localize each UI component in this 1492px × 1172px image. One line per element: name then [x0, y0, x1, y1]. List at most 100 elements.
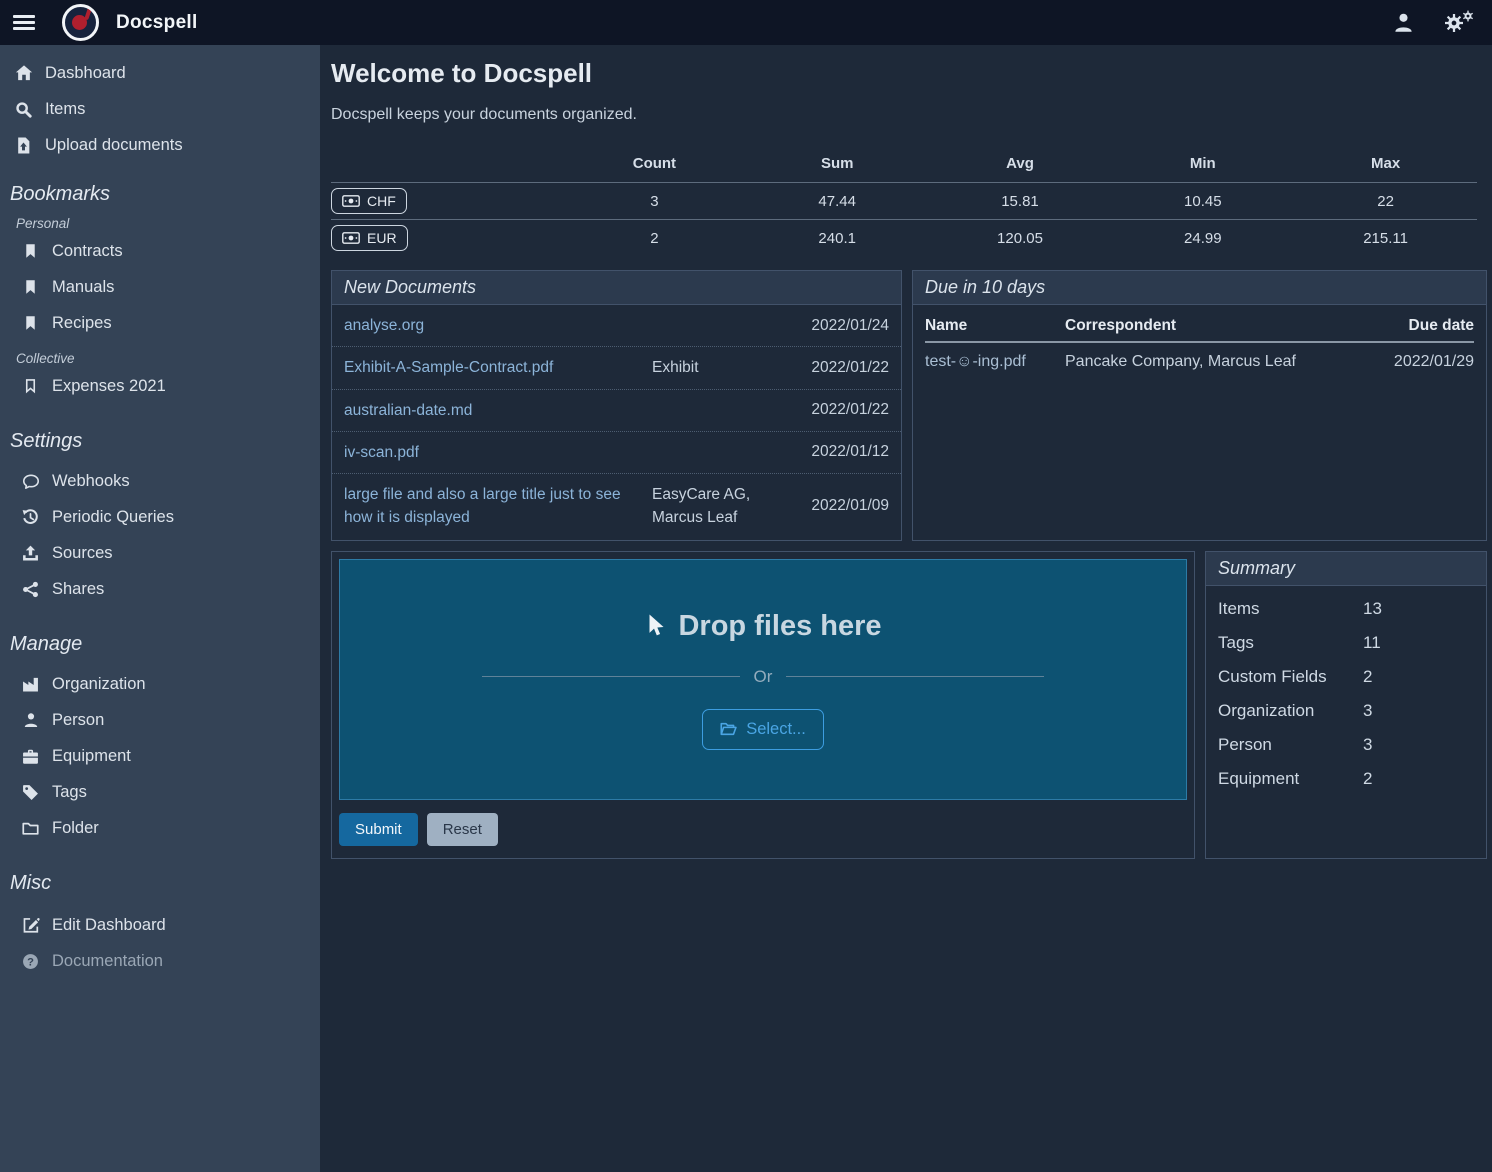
hamburger-menu-icon[interactable]	[0, 0, 48, 45]
due-document-link[interactable]: test-☺-ing.pdf	[925, 353, 1065, 371]
sidebar: Dasbhoard Items Upload documents Bookmar…	[0, 45, 320, 1172]
currency-badge-chf: CHF	[331, 188, 407, 214]
money-bill-icon	[342, 195, 360, 207]
sidebar-item-equipment[interactable]: Equipment	[0, 738, 320, 774]
document-link[interactable]: Exhibit-A-Sample-Contract.pdf	[344, 356, 644, 379]
summary-row: Organization 3	[1218, 694, 1474, 728]
sidebar-item-webhooks[interactable]: Webhooks	[0, 463, 320, 499]
due-col-name: Name	[925, 317, 1065, 335]
new-documents-panel: New Documents analyse.org 2022/01/24 Exh…	[331, 270, 902, 541]
document-row: Exhibit-A-Sample-Contract.pdf Exhibit 20…	[332, 346, 901, 388]
new-documents-title: New Documents	[332, 271, 901, 305]
question-circle-icon: ?	[21, 953, 40, 970]
page-title: Welcome to Docspell	[331, 58, 1487, 89]
search-icon	[14, 101, 33, 118]
svg-text:?: ?	[27, 956, 34, 968]
summary-panel: Summary Items 13 Tags 11 Custom Fields 2…	[1205, 551, 1487, 859]
stats-col-sum: Sum	[746, 155, 929, 172]
sidebar-bookmark-recipes[interactable]: Recipes	[0, 305, 320, 341]
summary-row: Items 13	[1218, 592, 1474, 626]
document-row: australian-date.md 2022/01/22	[332, 389, 901, 431]
summary-row: Equipment 2	[1218, 762, 1474, 796]
sidebar-bookmark-expenses-2021[interactable]: Expenses 2021	[0, 368, 320, 404]
sidebar-item-items[interactable]: Items	[0, 91, 320, 127]
file-upload-icon	[14, 137, 33, 154]
bookmark-icon	[21, 243, 40, 259]
top-navbar: Docspell	[0, 0, 1492, 45]
file-drop-zone[interactable]: Drop files here Or Select...	[339, 559, 1187, 800]
stats-table: Count Sum Avg Min Max CHF 3 47.44 15.81 …	[331, 145, 1477, 256]
select-files-button[interactable]: Select...	[702, 709, 824, 750]
sidebar-item-person[interactable]: Person	[0, 702, 320, 738]
reset-button[interactable]: Reset	[427, 813, 498, 846]
summary-title: Summary	[1206, 552, 1486, 586]
bookmark-icon	[21, 315, 40, 331]
industry-icon	[21, 676, 40, 693]
due-col-due-date: Due date	[1362, 317, 1474, 335]
sidebar-item-periodic-queries[interactable]: Periodic Queries	[0, 499, 320, 535]
document-link[interactable]: analyse.org	[344, 314, 644, 337]
summary-row: Tags 11	[1218, 626, 1474, 660]
briefcase-icon	[21, 748, 40, 765]
share-icon	[21, 581, 40, 598]
due-panel: Due in 10 days Name Correspondent Due da…	[912, 270, 1487, 541]
due-row: test-☺-ing.pdf Pancake Company, Marcus L…	[925, 343, 1474, 381]
submit-button[interactable]: Submit	[339, 813, 418, 846]
due-panel-title: Due in 10 days	[913, 271, 1486, 305]
person-icon	[21, 712, 40, 728]
page-subtitle: Docspell keeps your documents organized.	[331, 106, 1487, 124]
sidebar-item-upload-documents[interactable]: Upload documents	[0, 127, 320, 163]
sidebar-bookmark-manuals[interactable]: Manuals	[0, 269, 320, 305]
history-icon	[21, 509, 40, 526]
document-link[interactable]: iv-scan.pdf	[344, 441, 644, 464]
user-icon[interactable]	[1393, 12, 1414, 33]
stats-row-chf: CHF 3 47.44 15.81 10.45 22	[331, 182, 1477, 219]
document-row: large file and also a large title just t…	[332, 473, 901, 539]
or-divider: Or	[482, 667, 1045, 687]
sidebar-item-edit-dashboard[interactable]: Edit Dashboard	[0, 907, 320, 943]
document-link[interactable]: australian-date.md	[344, 399, 644, 422]
bookmark-icon	[21, 279, 40, 295]
money-bill-icon	[342, 232, 360, 244]
sidebar-item-folder[interactable]: Folder	[0, 810, 320, 846]
stats-col-min: Min	[1111, 155, 1294, 172]
document-link[interactable]: large file and also a large title just t…	[344, 483, 644, 530]
sidebar-item-documentation[interactable]: ? Documentation	[0, 943, 320, 979]
docspell-logo	[62, 4, 99, 41]
app-title: Docspell	[116, 12, 198, 34]
sidebar-item-dashboard[interactable]: Dasbhoard	[0, 55, 320, 91]
edit-icon	[21, 916, 40, 934]
sidebar-header-manage: Manage	[10, 633, 320, 656]
sidebar-item-tags[interactable]: Tags	[0, 774, 320, 810]
sidebar-sublabel-personal: Personal	[16, 216, 320, 231]
sidebar-sublabel-collective: Collective	[16, 351, 320, 366]
stats-col-count: Count	[563, 155, 746, 172]
gears-icon[interactable]	[1444, 10, 1474, 36]
summary-row: Person 3	[1218, 728, 1474, 762]
cursor-pointer-icon	[644, 613, 666, 639]
stats-row-eur: EUR 2 240.1 120.05 24.99 215.11	[331, 219, 1477, 256]
main-content: Welcome to Docspell Docspell keeps your …	[320, 45, 1492, 1172]
bookmark-outline-icon	[21, 378, 40, 394]
currency-badge-eur: EUR	[331, 225, 408, 251]
home-icon	[14, 64, 33, 82]
document-row: analyse.org 2022/01/24	[332, 305, 901, 346]
due-col-correspondent: Correspondent	[1065, 317, 1362, 335]
sidebar-header-bookmarks: Bookmarks	[10, 183, 320, 206]
sidebar-bookmark-contracts[interactable]: Contracts	[0, 233, 320, 269]
comment-icon	[21, 473, 40, 490]
stats-header-row: Count Sum Avg Min Max	[331, 145, 1477, 182]
sidebar-header-settings: Settings	[10, 430, 320, 453]
sidebar-item-sources[interactable]: Sources	[0, 535, 320, 571]
document-row: iv-scan.pdf 2022/01/12	[332, 431, 901, 473]
sidebar-item-shares[interactable]: Shares	[0, 571, 320, 607]
upload-icon	[21, 545, 40, 562]
new-documents-list: analyse.org 2022/01/24 Exhibit-A-Sample-…	[332, 305, 901, 539]
sidebar-item-organization[interactable]: Organization	[0, 666, 320, 702]
tag-icon	[21, 784, 40, 801]
stats-col-avg: Avg	[929, 155, 1112, 172]
summary-row: Custom Fields 2	[1218, 660, 1474, 694]
stats-col-max: Max	[1294, 155, 1477, 172]
drop-title: Drop files here	[644, 610, 881, 643]
folder-icon	[21, 820, 40, 837]
